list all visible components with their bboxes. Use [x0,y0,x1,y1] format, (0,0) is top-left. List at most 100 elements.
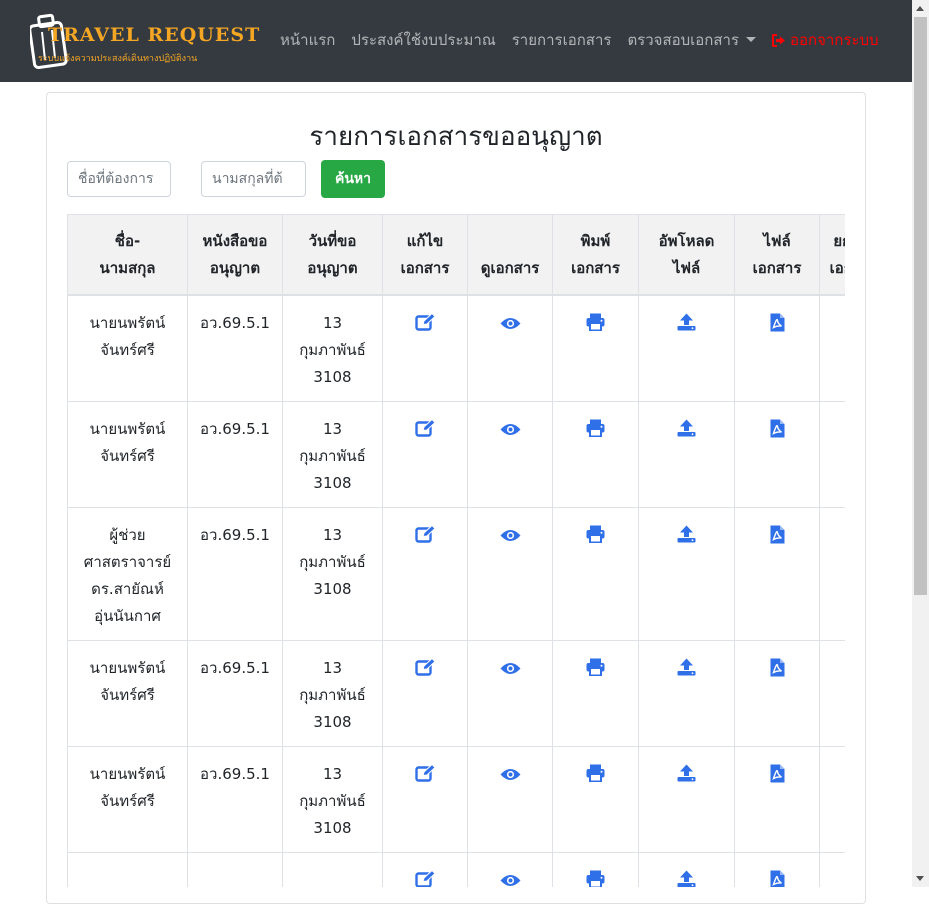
pdf-file-icon[interactable] [770,870,785,887]
pdf-file-icon[interactable] [770,525,785,553]
cell-doc-no: อว.69.5.1 [187,401,283,508]
cell-upload [638,294,735,402]
edit-icon[interactable] [414,418,436,446]
documents-table-container[interactable]: ชื่อ-นามสกุล หนังสือขออนุญาต วันที่ขออนุ… [67,214,845,887]
page-scrollbar[interactable] [912,0,929,887]
cell-file [734,401,820,508]
header-doc-no-label: หนังสือขออนุญาต [202,232,268,277]
pdf-file-icon[interactable] [770,313,785,341]
cell-print [552,401,639,508]
eye-icon[interactable] [500,658,521,685]
cell-upload [638,746,735,853]
cell-view [467,401,553,508]
sign-out-icon [772,33,785,47]
print-icon[interactable] [586,525,605,552]
eye-icon[interactable] [500,870,521,887]
cell-edit [382,852,468,887]
cell-date: 13 กุมภาพันธ์ 3108 [282,640,383,747]
nav-home[interactable]: หน้าแรก [280,28,335,52]
date-text: 13 กุมภาพันธ์ 3108 [299,765,366,837]
table-row: ผู้ช่วยศาสตราจารย์ ดร.สายัณห์ อุ่นนันกาศ… [67,507,845,641]
header-file-label: ไฟล์เอกสาร [752,232,802,277]
scroll-thumb[interactable] [914,17,927,595]
pdf-file-icon[interactable] [770,764,785,792]
cell-name: นายนพรัตน์ จันทร์ศรี [67,401,188,508]
upload-icon[interactable] [677,419,696,446]
cell-view [467,507,553,641]
cell-upload [638,640,735,747]
logout-label: ออกจากระบบ [790,31,879,49]
scroll-up-icon[interactable] [916,6,924,11]
cell-doc-no [187,852,283,887]
edit-icon[interactable] [414,657,436,685]
eye-icon[interactable] [500,764,521,791]
cell-date: 13 กุมภาพันธ์ 3108 [282,507,383,641]
upload-icon[interactable] [677,870,696,887]
header-print-label: พิมพ์เอกสาร [571,232,620,277]
print-icon[interactable] [586,419,605,446]
search-firstname-input[interactable] [67,161,171,197]
doc-no-text: อว.69.5.1 [200,765,270,783]
eye-icon[interactable] [500,313,521,340]
cell-cancel [819,852,845,887]
table-row: นายนพรัตน์ จันทร์ศรี อว.69.5.1 13 กุมภาพ… [67,294,845,402]
cell-edit [382,640,468,747]
name-text: นายนพรัตน์ จันทร์ศรี [89,765,166,810]
cell-cancel [819,640,845,747]
cell-name: ผู้ช่วยศาสตราจารย์ ดร.สายัณห์ อุ่นนันกาศ [67,507,188,641]
edit-icon[interactable] [414,312,436,340]
cell-name: นายนพรัตน์ จันทร์ศรี [67,294,188,402]
cell-print [552,746,639,853]
upload-icon[interactable] [677,658,696,685]
print-icon[interactable] [586,764,605,791]
print-icon[interactable] [586,870,605,887]
print-icon[interactable] [586,313,605,340]
print-icon[interactable] [586,658,605,685]
pdf-file-icon[interactable] [770,419,785,447]
eye-icon[interactable] [500,419,521,446]
logout-link[interactable]: ออกจากระบบ [772,28,879,52]
brand-subtitle: ระบบแจ้งความประสงค์เดินทางปฏิบัติงาน [38,54,198,64]
cell-date: 13 กุมภาพันธ์ 3108 [282,746,383,853]
brand-logo[interactable]: TRAVEL REQUEST ระบบแจ้งความประสงค์เดินทา… [30,12,259,70]
eye-icon[interactable] [500,525,521,552]
edit-icon[interactable] [414,763,436,791]
nav-menu: หน้าแรก ประสงค์ใช้งบประมาณ รายการเอกสาร … [280,28,879,52]
search-lastname-input[interactable] [201,161,306,197]
cell-file [734,294,820,402]
name-text: นายนพรัตน์ จันทร์ศรี [89,420,166,465]
edit-icon[interactable] [414,524,436,552]
doc-no-text: อว.69.5.1 [200,659,270,677]
nav-documents[interactable]: รายการเอกสาร [512,28,612,52]
cell-view [467,294,553,402]
cell-view [467,746,553,853]
cell-doc-no: อว.69.5.1 [187,746,283,853]
cell-edit [382,507,468,641]
nav-verify-dropdown[interactable]: ตรวจสอบเอกสาร [627,28,756,52]
header-edit-label: แก้ไขเอกสาร [400,232,450,277]
upload-icon[interactable] [677,313,696,340]
scroll-down-icon[interactable] [916,876,924,881]
page-title: รายการเอกสารขออนุญาต [309,122,603,152]
header-edit: แก้ไขเอกสาร [382,214,468,296]
date-text: 13 กุมภาพันธ์ 3108 [299,314,366,386]
cell-file [734,507,820,641]
cell-file [734,746,820,853]
header-doc-no: หนังสือขออนุญาต [187,214,283,296]
doc-no-text: อว.69.5.1 [200,420,270,438]
header-cancel-label: ยกเลิกเอกสาร [829,232,845,277]
search-button[interactable]: ค้นหา [321,160,385,198]
date-text: 13 กุมภาพันธ์ 3108 [299,420,366,492]
cell-print [552,640,639,747]
table-header-row: ชื่อ-นามสกุล หนังสือขออนุญาต วันที่ขออนุ… [67,214,845,296]
pdf-file-icon[interactable] [770,658,785,686]
upload-icon[interactable] [677,525,696,552]
cell-upload [638,401,735,508]
cell-file [734,640,820,747]
header-cancel: ยกเลิกเอกสาร [819,214,845,296]
header-view: ดูเอกสาร [467,214,553,296]
upload-icon[interactable] [677,764,696,791]
edit-icon[interactable] [414,869,436,887]
nav-budget[interactable]: ประสงค์ใช้งบประมาณ [351,28,495,52]
cell-edit [382,294,468,402]
